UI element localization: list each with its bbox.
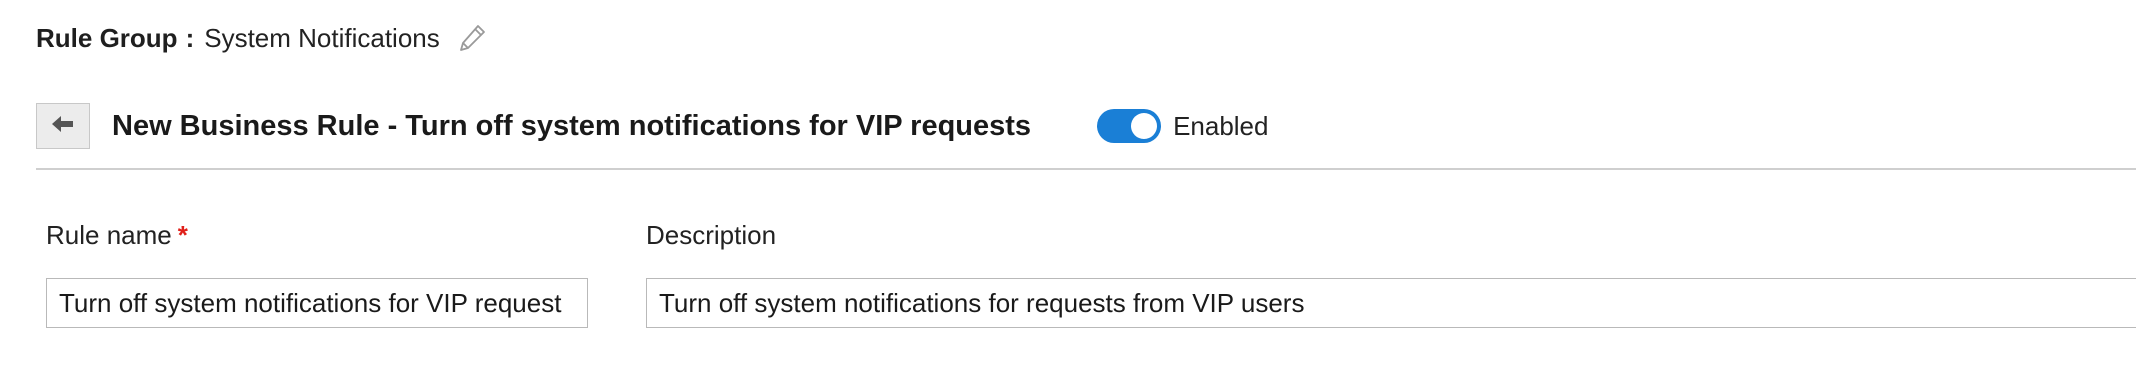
rule-group-breadcrumb: Rule Group : System Notifications (36, 18, 488, 58)
rule-group-separator: : (185, 22, 195, 53)
header-divider (36, 168, 2136, 170)
rule-group-name: System Notifications (204, 22, 440, 53)
toggle-knob (1131, 113, 1158, 139)
enabled-toggle-label: Enabled (1173, 110, 1269, 141)
back-button[interactable] (36, 103, 90, 149)
rule-name-label-text: Rule name (46, 220, 172, 250)
required-marker: * (177, 220, 188, 250)
description-label: Description (646, 220, 777, 250)
description-input[interactable] (646, 278, 2136, 328)
page-title: New Business Rule - Turn off system noti… (112, 109, 1032, 142)
rule-name-input[interactable] (46, 278, 588, 328)
rule-group-label: Rule Group (36, 22, 178, 53)
enabled-toggle[interactable] (1097, 109, 1162, 143)
arrow-left-icon (51, 114, 75, 139)
pencil-icon[interactable] (456, 22, 488, 54)
rule-header: New Business Rule - Turn off system noti… (36, 100, 2136, 152)
rule-name-label: Rule name * (46, 220, 188, 251)
